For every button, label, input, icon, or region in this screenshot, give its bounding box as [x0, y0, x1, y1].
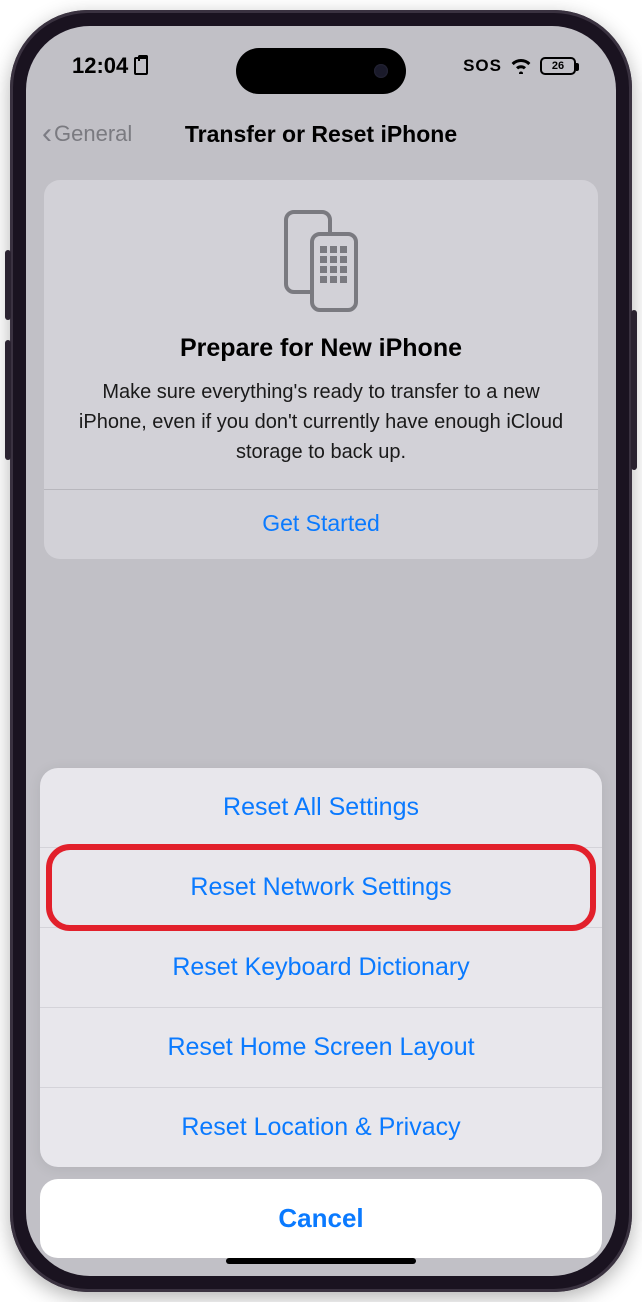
dynamic-island: [236, 48, 406, 94]
nav-header: ‹ General Transfer or Reset iPhone: [26, 106, 616, 162]
card-title: Prepare for New iPhone: [66, 334, 576, 363]
screen: 12:04 SOS 26 ‹ General Transfer or Reset…: [26, 26, 616, 1276]
get-started-button[interactable]: Get Started: [66, 490, 576, 559]
sheet-item-label: Reset All Settings: [223, 793, 419, 821]
sheet-item-label: Reset Keyboard Dictionary: [172, 953, 469, 981]
cancel-button[interactable]: Cancel: [40, 1179, 602, 1258]
status-right: SOS 26: [463, 56, 576, 76]
reset-keyboard-dictionary-button[interactable]: Reset Keyboard Dictionary: [40, 928, 602, 1008]
reset-home-screen-layout-button[interactable]: Reset Home Screen Layout: [40, 1008, 602, 1088]
prepare-card: Prepare for New iPhone Make sure everyth…: [44, 180, 598, 559]
home-indicator[interactable]: [226, 1258, 416, 1264]
chevron-left-icon: ‹: [42, 119, 52, 149]
transfer-phones-icon: [66, 206, 576, 316]
back-button[interactable]: ‹ General: [42, 119, 132, 149]
sheet-item-label: Reset Network Settings: [190, 873, 451, 901]
power-button[interactable]: [631, 310, 637, 470]
status-left: 12:04: [72, 53, 148, 79]
sheet-item-label: Reset Location & Privacy: [181, 1113, 460, 1141]
volume-up-button[interactable]: [5, 250, 11, 320]
status-time: 12:04: [72, 53, 128, 79]
battery-percent: 26: [552, 60, 564, 72]
phone-frame: 12:04 SOS 26 ‹ General Transfer or Reset…: [10, 10, 632, 1292]
sos-indicator: SOS: [463, 56, 502, 76]
action-sheet-group: Reset All Settings Reset Network Setting…: [40, 768, 602, 1167]
sheet-item-label: Reset Home Screen Layout: [167, 1033, 474, 1061]
action-sheet: Reset All Settings Reset Network Setting…: [26, 768, 616, 1276]
card-description: Make sure everything's ready to transfer…: [66, 377, 576, 489]
battery-icon: 26: [540, 57, 576, 75]
sim-icon: [134, 57, 148, 75]
reset-network-settings-button[interactable]: Reset Network Settings: [40, 848, 602, 928]
reset-all-settings-button[interactable]: Reset All Settings: [40, 768, 602, 848]
wifi-icon: [510, 58, 532, 74]
reset-location-privacy-button[interactable]: Reset Location & Privacy: [40, 1088, 602, 1167]
back-label: General: [54, 121, 132, 147]
volume-down-button[interactable]: [5, 340, 11, 460]
